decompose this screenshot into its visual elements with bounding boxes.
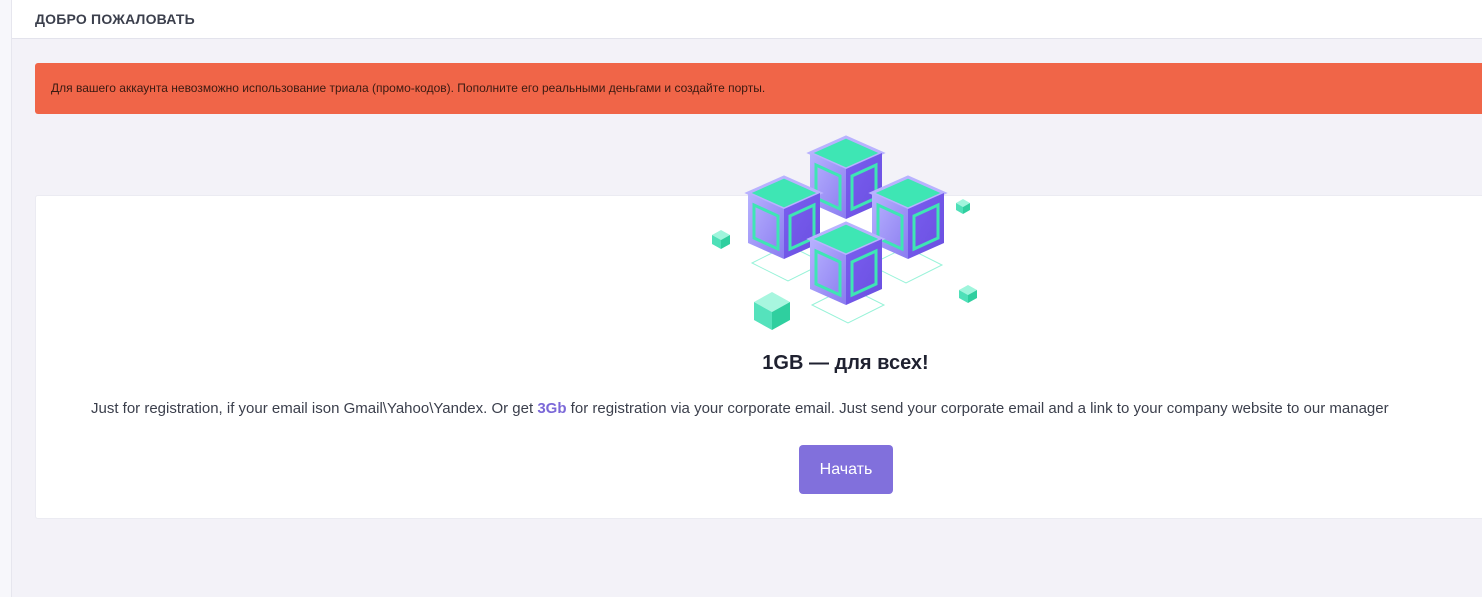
card-description: Just for registration, if your email iso…: [91, 400, 1389, 417]
desc-before-text: Just for registration, if your email is: [91, 400, 323, 417]
desc-after-text: for registration via your corporate emai…: [566, 400, 1389, 417]
cubes-illustration-icon: [712, 135, 977, 330]
page-title: ДОБРО ПОЖАЛОВАТЬ: [35, 11, 195, 27]
start-button[interactable]: Начать: [799, 445, 893, 494]
alert-text: Для вашего аккаунта невозможно использов…: [51, 81, 766, 95]
alert-banner: Для вашего аккаунта невозможно использов…: [35, 63, 1482, 114]
desc-on-text: on Gmail\Yahoo\Yandex. Or get: [322, 400, 538, 417]
page-header: ДОБРО ПОЖАЛОВАТЬ: [12, 0, 1482, 39]
desc-highlight: 3Gb: [537, 400, 567, 417]
card-title: 1GB — для всех!: [762, 352, 929, 374]
sidebar-edge: [0, 0, 12, 597]
